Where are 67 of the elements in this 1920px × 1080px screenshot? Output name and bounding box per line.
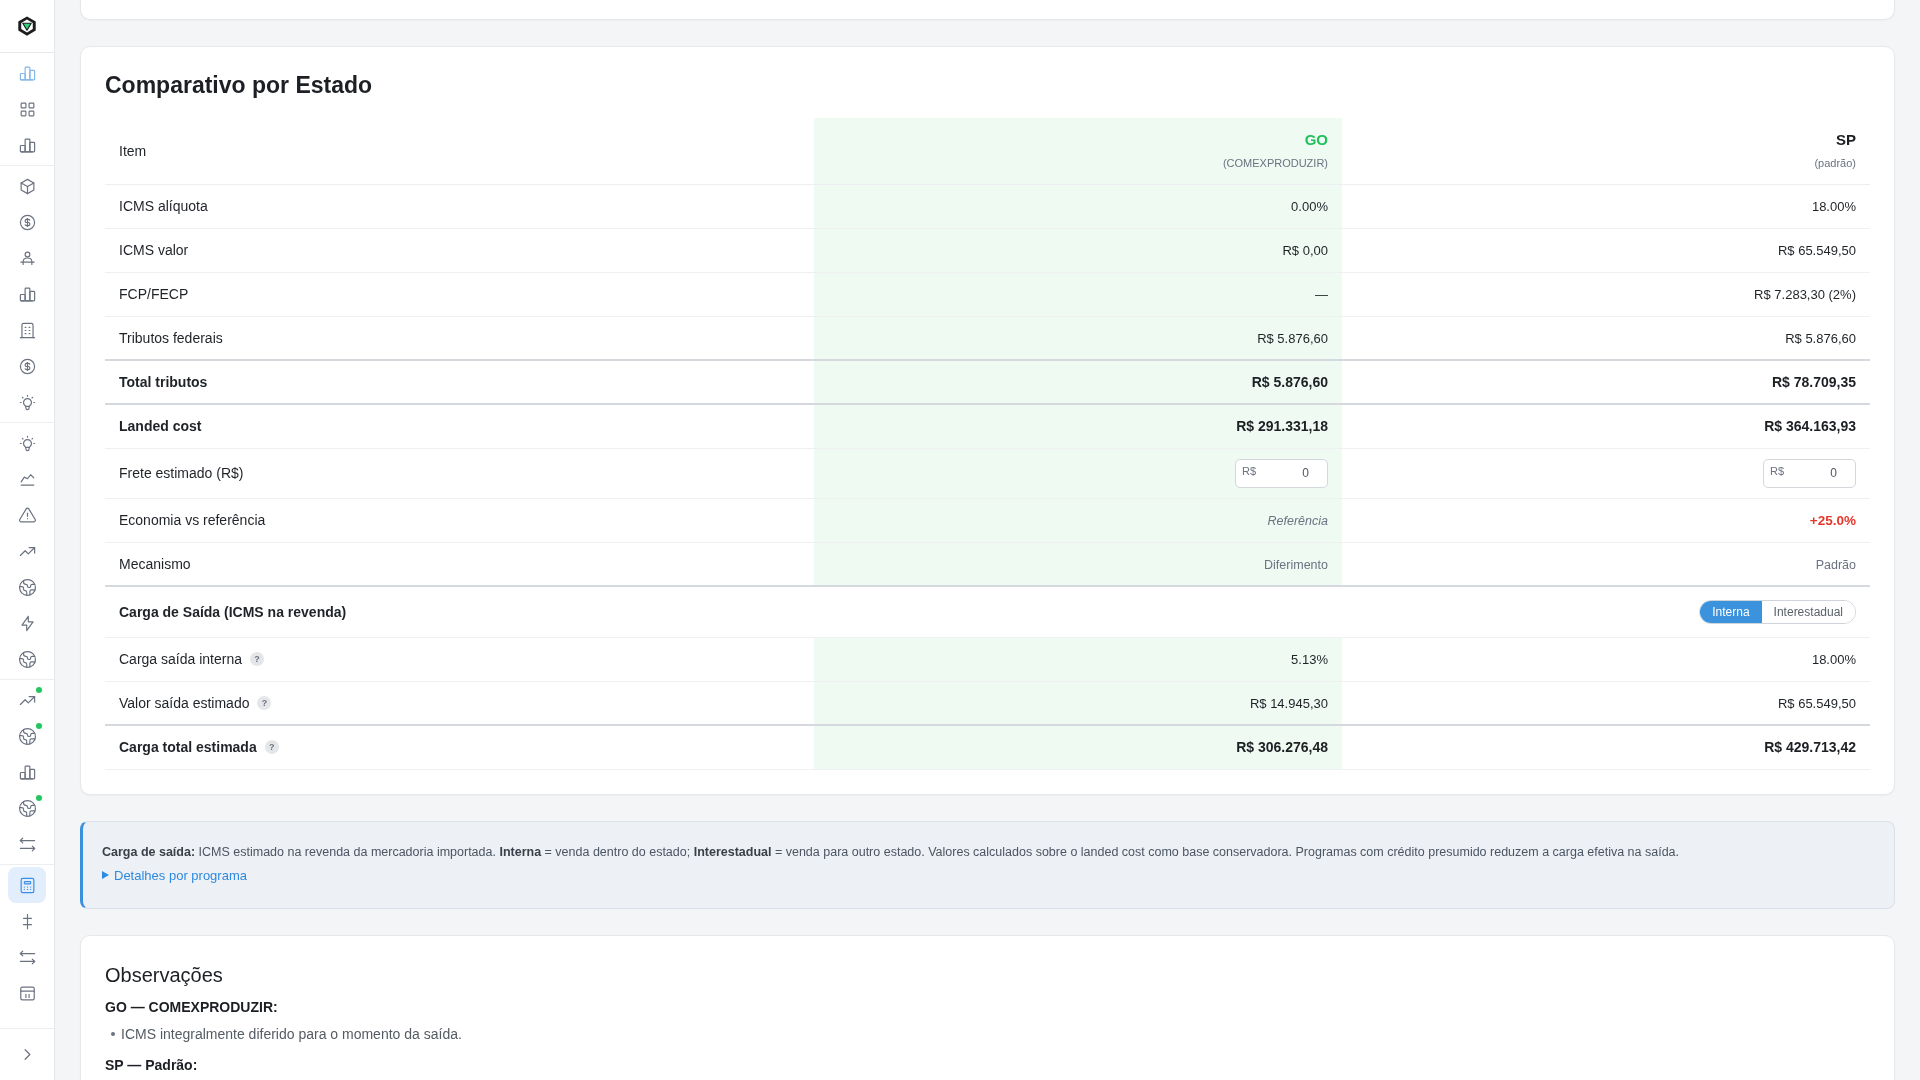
cell-value: R$ 5.876,60 — [1251, 374, 1328, 390]
state-code: GO — [1304, 131, 1328, 150]
cell-value: R$ 429.713,42 — [1764, 739, 1856, 756]
cell-value: — — [1315, 287, 1328, 302]
cell-value: 5.13% — [1291, 652, 1328, 667]
row-label: Tributos federais — [119, 329, 223, 346]
lightbulb-icon — [17, 392, 37, 412]
cell-value: Diferimento — [1264, 557, 1328, 572]
cell-value: Padrão — [1815, 557, 1856, 572]
globe-icon — [17, 577, 37, 597]
cell-value: R$ 306.276,48 — [1236, 739, 1328, 756]
globe-icon — [17, 649, 37, 669]
dollar-coin-icon — [17, 212, 37, 232]
cell-value: R$ 0,00 — [1282, 243, 1328, 258]
currency-prefix: R$ — [1242, 464, 1257, 477]
cell-value: R$ 5.876,60 — [1785, 330, 1856, 346]
help-badge[interactable]: ? — [264, 740, 279, 755]
dollar-coin-icon — [17, 356, 37, 376]
row-label: Economia vs referência — [119, 512, 266, 528]
cell-value: R$ 5.876,60 — [1257, 330, 1328, 346]
cell-value: R$ 291.331,18 — [1236, 418, 1328, 435]
state-program: (COMEXPRODUZIR) — [1222, 156, 1328, 171]
details-link[interactable]: Detalhes por programa — [102, 867, 247, 883]
info-text: Carga de saída: ICMS estimado na revenda da mercadoria importada. Interna = venda dentro do estado; Interestadual = venda para outro estado. Valores calculados sobre o landed cost como base conservadora. Programas com crédito presumido reduzem a carga efetiva na saída. — [102, 844, 1680, 860]
row-label: Landed cost — [119, 418, 202, 435]
cell-value: Referência — [1267, 514, 1328, 528]
cell-value: +25.0% — [1809, 513, 1856, 528]
row-label: Total tributos — [119, 374, 208, 390]
cell-value: R$ 7.283,30 (2%) — [1754, 287, 1856, 302]
logo-icon — [16, 15, 38, 37]
card-title: Comparativo por Estado — [105, 71, 374, 99]
cell-value: R$ 14.945,30 — [1249, 695, 1328, 711]
row-label: FCP/FECP — [119, 286, 189, 302]
row-label: Carga total estimada — [119, 739, 257, 756]
card-title: Observações — [105, 962, 224, 987]
row-label: Valor saída estimado — [119, 694, 250, 711]
cell-value: 0.00% — [1291, 199, 1328, 214]
toggle-option[interactable]: Interna — [1700, 600, 1762, 623]
cell-value: R$ 78.709,35 — [1771, 374, 1856, 390]
caret-icon — [102, 871, 109, 879]
globe-icon — [17, 798, 37, 818]
observation-heading: SP — Padrão: — [105, 1055, 199, 1074]
section-label: Carga de Saída (ICMS na revenda) — [119, 603, 347, 620]
cell-value: R$ 364.163,93 — [1764, 418, 1856, 435]
building-icon — [17, 320, 37, 340]
row-label: ICMS alíquota — [119, 198, 208, 214]
lightbulb-icon — [17, 433, 37, 453]
warning-icon — [17, 505, 37, 525]
row-label: Frete estimado (R$) — [119, 465, 244, 481]
row-label: Carga saída interna — [119, 651, 242, 667]
observation-item: ICMS integralmente diferido para o momento da saída. — [121, 1024, 462, 1043]
column-header-label: Item — [119, 142, 147, 159]
observation-heading: GO — COMEXPRODUZIR: — [105, 997, 279, 1016]
help-badge[interactable]: ? — [249, 652, 264, 666]
cell-value: R$ 65.549,50 — [1777, 695, 1856, 711]
sidebar-nav-button[interactable] — [8, 867, 46, 903]
help-badge[interactable]: ? — [257, 695, 272, 710]
cell-value: 18.00% — [1811, 652, 1856, 667]
cell-value: R$ 65.549,50 — [1777, 243, 1856, 258]
row-label: Mecanismo — [119, 555, 191, 572]
currency-prefix: R$ — [1770, 464, 1785, 477]
globe-icon — [17, 726, 37, 746]
row-label: ICMS valor — [119, 242, 189, 258]
bullet-icon — [111, 1031, 115, 1036]
cell-value: 18.00% — [1811, 199, 1856, 214]
state-program: (padrão) — [1814, 156, 1856, 171]
state-code: SP — [1836, 131, 1856, 150]
